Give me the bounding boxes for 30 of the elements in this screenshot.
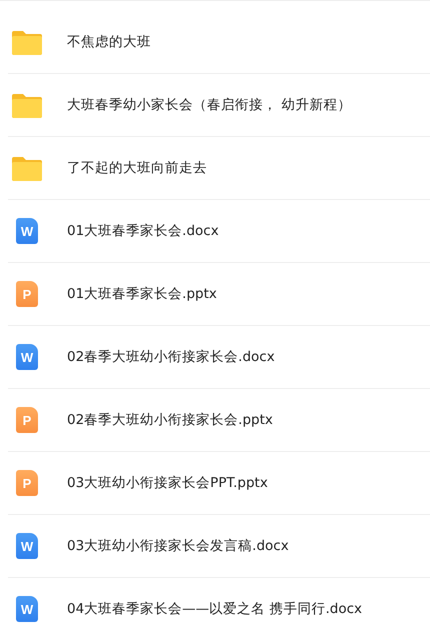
file-row[interactable]: P 03大班幼小衔接家长会PPT.pptx — [8, 452, 430, 515]
word-file-icon: W — [16, 344, 38, 370]
word-file-icon: W — [16, 596, 38, 622]
powerpoint-file-icon: P — [16, 407, 38, 433]
file-row[interactable]: 不焦虑的大班 — [8, 11, 430, 74]
file-name: 03大班幼小衔接家长会PPT.pptx — [67, 474, 268, 492]
file-row[interactable]: 了不起的大班向前走去 — [8, 137, 430, 200]
file-name: 大班春季幼小家长会（春启衔接， 幼升新程） — [67, 96, 352, 114]
folder-icon — [12, 155, 42, 181]
file-row[interactable]: W 04大班春季家长会——以爱之名 携手同行.docx — [8, 578, 430, 634]
file-name: 03大班幼小衔接家长会发言稿.docx — [67, 537, 289, 555]
folder-icon — [12, 29, 42, 55]
file-name: 02春季大班幼小衔接家长会.docx — [67, 348, 275, 366]
word-file-icon: W — [16, 218, 38, 244]
file-row[interactable]: W 01大班春季家长会.docx — [8, 200, 430, 263]
powerpoint-file-icon: P — [16, 281, 38, 307]
file-name: 04大班春季家长会——以爱之名 携手同行.docx — [67, 600, 362, 618]
file-name: 了不起的大班向前走去 — [67, 159, 207, 177]
folder-icon — [12, 92, 42, 118]
file-name: 01大班春季家长会.docx — [67, 222, 219, 240]
file-name: 不焦虑的大班 — [67, 33, 151, 51]
file-row[interactable]: P 01大班春季家长会.pptx — [8, 263, 430, 326]
file-row[interactable]: W 02春季大班幼小衔接家长会.docx — [8, 326, 430, 389]
file-row[interactable]: P 02春季大班幼小衔接家长会.pptx — [8, 389, 430, 452]
file-row[interactable]: W 03大班幼小衔接家长会发言稿.docx — [8, 515, 430, 578]
word-file-icon: W — [16, 533, 38, 559]
file-row[interactable]: 大班春季幼小家长会（春启衔接， 幼升新程） — [8, 74, 430, 137]
file-name: 01大班春季家长会.pptx — [67, 285, 217, 303]
file-name: 02春季大班幼小衔接家长会.pptx — [67, 411, 273, 429]
powerpoint-file-icon: P — [16, 470, 38, 496]
